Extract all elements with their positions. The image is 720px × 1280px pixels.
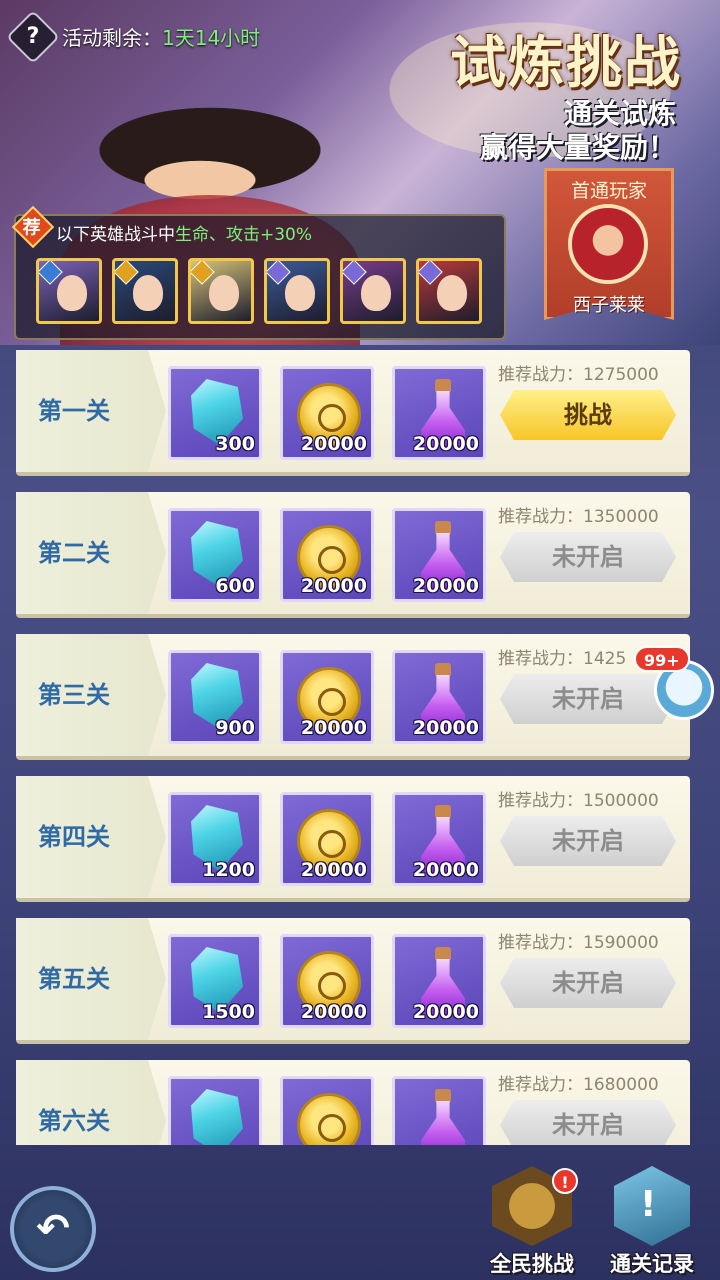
reward-gold[interactable]: 20000	[280, 792, 374, 886]
stage-row: 第二关 600 20000 20000 推荐战力：1350000 未开启	[16, 492, 690, 618]
first-clear-player-name: 西子莱莱	[573, 295, 645, 316]
hero-face	[361, 275, 391, 311]
reward-quantity: 600	[215, 575, 255, 597]
stage-name: 第六关	[16, 1060, 166, 1145]
reward-potion[interactable]: 20000	[392, 934, 486, 1028]
reward-quantity: 20000	[300, 859, 367, 881]
reward-crystal[interactable]: 300	[168, 366, 262, 460]
recommended-hero-list	[36, 258, 482, 324]
first-clear-avatar[interactable]	[568, 204, 648, 284]
all-challenge-alert-badge: !	[552, 1168, 578, 1194]
reward-quantity: 20000	[412, 575, 479, 597]
reward-quantity: 20000	[300, 433, 367, 455]
hero-face	[285, 275, 315, 311]
recommend-text: 以下英雄战斗中生命、攻击+30%	[56, 225, 313, 245]
stage-row: 第五关 1500 20000 20000 推荐战力：1590000 未开启	[16, 918, 690, 1044]
reward-quantity: 20000	[300, 717, 367, 739]
stage-row: 第四关 1200 20000 20000 推荐战力：1500000 未开启	[16, 776, 690, 902]
hero-class-badge-icon	[191, 261, 215, 285]
first-clear-title: 首通玩家	[570, 180, 647, 202]
recommended-power: 推荐战力：1590000	[498, 933, 659, 953]
chat-unread-badge: 99+	[634, 646, 690, 672]
recommended-hero-portrait[interactable]	[264, 258, 330, 324]
reward-quantity: 900	[215, 717, 255, 739]
stage-row: 第一关 300 20000 20000 推荐战力：1275000 挑战	[16, 350, 690, 476]
hero-face	[57, 275, 87, 311]
recommended-power: 推荐战力：1425	[498, 649, 627, 669]
locked-button[interactable]: 未开启	[500, 1100, 676, 1145]
recommended-hero-portrait[interactable]	[188, 258, 254, 324]
reward-potion[interactable]	[392, 1076, 486, 1145]
hero-face	[209, 275, 239, 311]
stage-name: 第四关	[16, 776, 166, 898]
back-arrow-icon: ↶	[36, 1206, 70, 1252]
hero-class-badge-icon	[39, 261, 63, 285]
question-icon: ?	[26, 24, 40, 49]
hero-class-badge-icon	[419, 261, 443, 285]
stage-row: 第六关 推荐战力：1680000 未开启	[16, 1060, 690, 1145]
hero-class-badge-icon	[343, 261, 367, 285]
recommended-hero-portrait[interactable]	[36, 258, 102, 324]
recommended-hero-portrait[interactable]	[112, 258, 178, 324]
stage-name: 第二关	[16, 492, 166, 614]
recommended-power: 推荐战力：1680000	[498, 1075, 659, 1095]
reward-crystal[interactable]: 900	[168, 650, 262, 744]
reward-quantity: 20000	[300, 575, 367, 597]
reward-gold[interactable]: 20000	[280, 508, 374, 602]
reward-quantity: 20000	[412, 1001, 479, 1023]
timer-value: 1天14小时	[162, 26, 261, 50]
reward-quantity: 20000	[412, 433, 479, 455]
gold-coin-icon	[297, 1093, 361, 1145]
subtitle-line2: 赢得大量奖励！	[479, 131, 676, 164]
reward-quantity: 20000	[300, 1001, 367, 1023]
event-timer: 活动剩余：1天14小时	[62, 22, 260, 51]
reward-quantity: 1500	[202, 1001, 255, 1023]
locked-button[interactable]: 未开启	[500, 958, 676, 1008]
reward-potion[interactable]: 20000	[392, 650, 486, 744]
reward-gold[interactable]: 20000	[280, 650, 374, 744]
recommended-hero-portrait[interactable]	[340, 258, 406, 324]
reward-quantity: 20000	[412, 717, 479, 739]
hero-face	[133, 275, 163, 311]
locked-button[interactable]: 未开启	[500, 674, 676, 724]
crystal-icon	[191, 1089, 243, 1145]
challenge-button[interactable]: 挑战	[500, 390, 676, 440]
locked-button[interactable]: 未开启	[500, 532, 676, 582]
reward-crystal[interactable]: 1500	[168, 934, 262, 1028]
reward-crystal[interactable]	[168, 1076, 262, 1145]
reward-gold[interactable]: 20000	[280, 366, 374, 460]
hero-class-badge-icon	[267, 261, 291, 285]
recommended-hero-portrait[interactable]	[416, 258, 482, 324]
clear-record-label: 通关记录	[610, 1252, 694, 1276]
locked-button[interactable]: 未开启	[500, 816, 676, 866]
recommended-power: 推荐战力：1500000	[498, 791, 659, 811]
stage-name: 第一关	[16, 350, 166, 472]
page-title: 试炼挑战	[450, 30, 682, 96]
reward-gold[interactable]: 20000	[280, 934, 374, 1028]
hero-class-badge-icon	[115, 261, 139, 285]
reward-quantity: 1200	[202, 859, 255, 881]
reward-potion[interactable]: 20000	[392, 792, 486, 886]
reward-crystal[interactable]: 1200	[168, 792, 262, 886]
stage-list[interactable]: 第一关 300 20000 20000 推荐战力：1275000 挑战 第二关 …	[16, 350, 690, 1145]
all-challenge-label: 全民挑战	[490, 1252, 574, 1276]
stage-name: 第五关	[16, 918, 166, 1040]
recommended-power: 推荐战力：1350000	[498, 507, 659, 527]
potion-icon	[419, 1089, 465, 1145]
stage-name: 第三关	[16, 634, 166, 756]
stage-row: 第三关 900 20000 20000 推荐战力：1425 未开启	[16, 634, 690, 760]
recommended-power: 推荐战力：1275000	[498, 365, 659, 385]
reward-crystal[interactable]: 600	[168, 508, 262, 602]
reward-gold[interactable]	[280, 1076, 374, 1145]
reward-potion[interactable]: 20000	[392, 508, 486, 602]
back-button[interactable]: ↶	[10, 1186, 96, 1272]
reward-quantity: 300	[215, 433, 255, 455]
reward-quantity: 20000	[412, 859, 479, 881]
hero-face	[437, 275, 467, 311]
timer-label: 活动剩余：	[62, 26, 162, 50]
reward-potion[interactable]: 20000	[392, 366, 486, 460]
